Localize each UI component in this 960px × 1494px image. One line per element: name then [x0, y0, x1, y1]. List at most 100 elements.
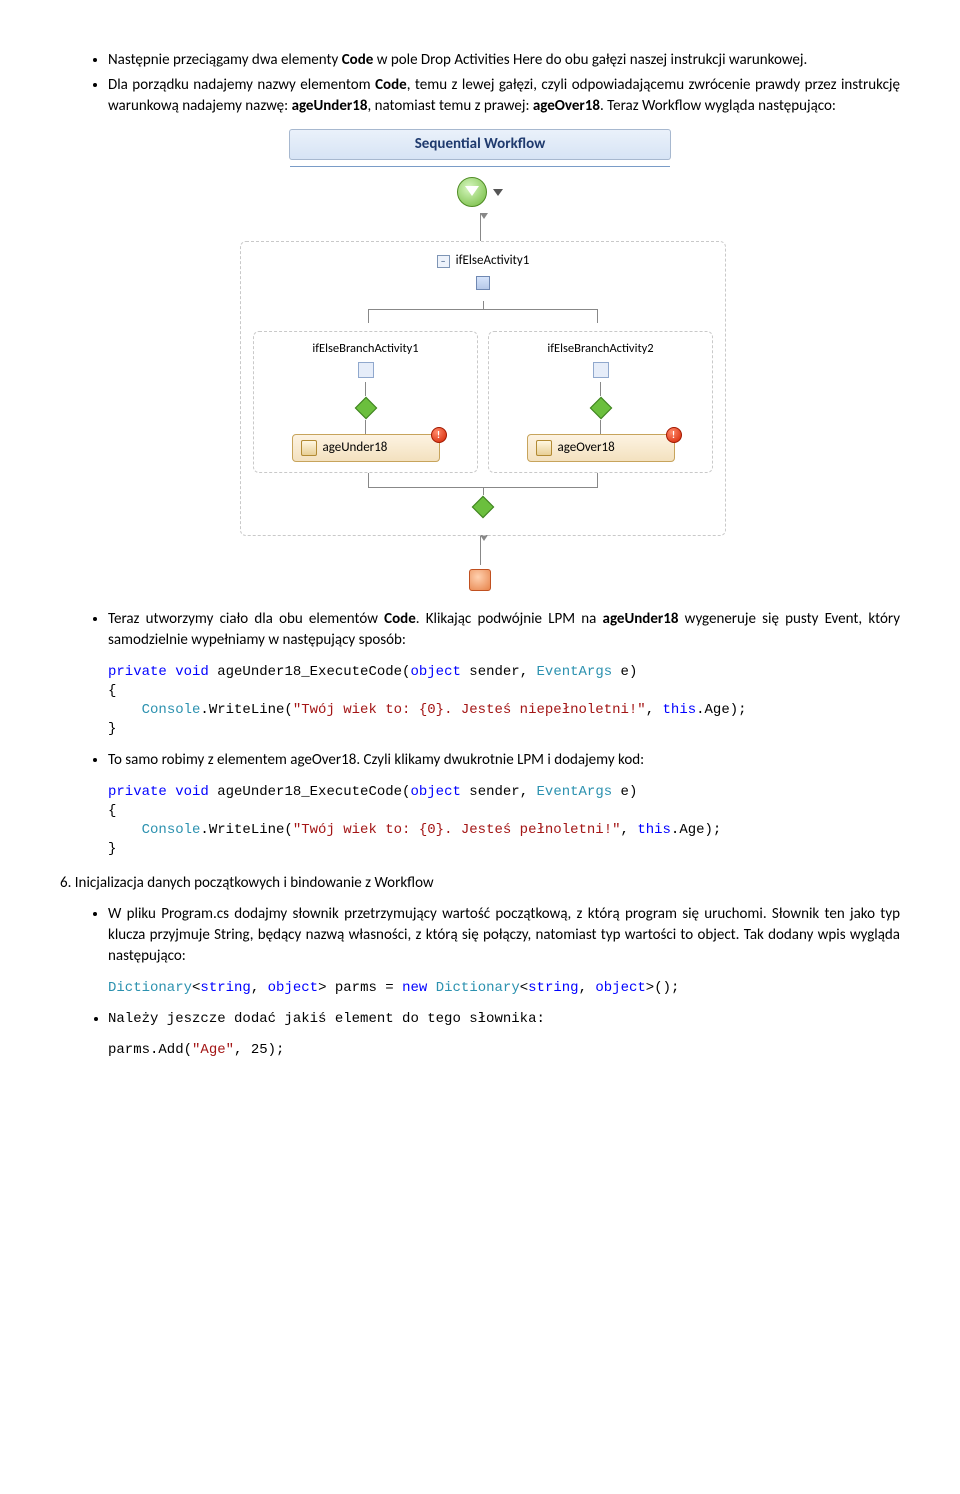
ifelse-label-row: – ifElseActivity1 [253, 252, 713, 270]
code-activity-icon [301, 440, 317, 456]
text [427, 980, 435, 996]
text: , [579, 980, 596, 996]
keyword: new [402, 980, 427, 996]
keyword: object [595, 980, 645, 996]
bold: Code [384, 610, 416, 628]
header-divider [290, 166, 670, 167]
type: Dictionary [108, 980, 192, 996]
branch-2-label: ifElseBranchActivity2 [495, 340, 706, 358]
text: ageUnder18_ExecuteCode( [209, 664, 411, 680]
branch-row: ifElseBranchActivity1 ageUnder18 ! ifEls… [253, 331, 713, 473]
text: e) [612, 784, 637, 800]
paragraph-4: To samo robimy z elementem ageOver18. Cz… [108, 750, 900, 771]
condition-diamond-icon [589, 396, 612, 419]
paragraph-2: Dla porządku nadajemy nazwy elementom Co… [108, 75, 900, 117]
text: Należy jeszcze dodać jakiś element do te… [108, 1011, 545, 1027]
error-badge-icon: ! [431, 427, 447, 443]
type: Dictionary [436, 980, 520, 996]
workflow-diagram: Sequential Workflow – ifElseActivity1 if… [240, 129, 720, 591]
paragraph-1: Następnie przeciągamy dwa elementy Code … [108, 50, 900, 71]
branch-icon [593, 362, 609, 378]
collapse-icon: – [437, 255, 450, 268]
ifelse-icon [476, 276, 490, 290]
text: >(); [646, 980, 680, 996]
connector [365, 382, 366, 396]
type: EventArgs [537, 784, 613, 800]
keyword: string [200, 980, 250, 996]
code-activity-icon [536, 440, 552, 456]
stop-node-icon [469, 569, 491, 591]
bold: ageOver18 [533, 97, 600, 115]
ifelse-activity-label: ifElseActivity1 [456, 252, 530, 270]
text: Dla porządku nadajemy nazwy elementom [108, 76, 375, 94]
paragraph-5: W pliku Program.cs dodajmy słownik przet… [108, 904, 900, 967]
activity-label: ageOver18 [558, 439, 615, 457]
text: . Klikając podwójnie LPM na [416, 610, 603, 628]
type: Console [142, 822, 201, 838]
text: , [621, 822, 638, 838]
error-badge-icon: ! [666, 427, 682, 443]
text: sender, [461, 664, 537, 680]
text: { [108, 803, 116, 819]
text: , [251, 980, 268, 996]
split-connector [253, 301, 713, 323]
keyword: object [410, 664, 460, 680]
join-connector [253, 473, 713, 495]
bold: ageUnder18 [603, 610, 679, 628]
text: { [108, 683, 116, 699]
text: . Teraz Workflow wygląda następująco: [600, 97, 836, 115]
text: , 25); [234, 1042, 284, 1058]
string: "Twój wiek to: {0}. Jesteś pełnoletni!" [293, 822, 621, 838]
bold-code: Code [342, 51, 374, 69]
string: "Age" [192, 1042, 234, 1058]
bold: Code [375, 76, 407, 94]
keyword: private [108, 784, 167, 800]
text: } [108, 721, 116, 737]
connector-line [480, 213, 481, 241]
text: > parms = [318, 980, 402, 996]
start-node-icon [457, 177, 487, 207]
branch-icon [358, 362, 374, 378]
code-block-2: private void ageUnder18_ExecuteCode(obje… [108, 783, 900, 859]
activity-ageunder18: ageUnder18 ! [292, 434, 440, 462]
text: } [108, 841, 116, 857]
connector [600, 420, 601, 434]
connector [600, 382, 601, 396]
text: e) [612, 664, 637, 680]
keyword: void [175, 664, 209, 680]
text: parms.Add( [108, 1042, 192, 1058]
code-block-4: parms.Add("Age", 25); [108, 1041, 900, 1060]
keyword: object [268, 980, 318, 996]
text: , natomiast temu z prawej: [367, 97, 532, 115]
text: .WriteLine( [200, 702, 292, 718]
keyword: void [175, 784, 209, 800]
type: EventArgs [537, 664, 613, 680]
paragraph-3: Teraz utworzymy ciało dla obu elementów … [108, 609, 900, 651]
activity-label: ageUnder18 [323, 439, 388, 457]
connector [365, 420, 366, 434]
text: < [520, 980, 528, 996]
branch-1-label: ifElseBranchActivity1 [260, 340, 471, 358]
text: ageUnder18_ExecuteCode( [209, 784, 411, 800]
text: w pole Drop Activities Here do obu gałęz… [373, 51, 807, 69]
text: .Age); [696, 702, 746, 718]
string: "Twój wiek to: {0}. Jesteś niepełnoletni… [293, 702, 646, 718]
condition-diamond-icon [354, 396, 377, 419]
code-block-3: Dictionary<string, object> parms = new D… [108, 979, 900, 998]
text: sender, [461, 784, 537, 800]
code-block-1: private void ageUnder18_ExecuteCode(obje… [108, 663, 900, 739]
section-6-heading: 6. Inicjalizacja danych początkowych i b… [60, 873, 900, 894]
branch-2-container: ifElseBranchActivity2 ageOver18 ! [488, 331, 713, 473]
keyword: private [108, 664, 167, 680]
text: Następnie przeciągamy dwa elementy [108, 51, 342, 69]
connector-line [480, 535, 481, 565]
keyword: this [637, 822, 671, 838]
bold: ageUnder18 [292, 97, 368, 115]
type: Console [142, 702, 201, 718]
ifelse-activity-container: – ifElseActivity1 ifElseBranchActivity1 … [240, 241, 726, 536]
text: .Age); [671, 822, 721, 838]
text: Teraz utworzymy ciało dla obu elementów [108, 610, 384, 628]
text [108, 702, 142, 718]
branch-1-container: ifElseBranchActivity1 ageUnder18 ! [253, 331, 478, 473]
keyword: this [663, 702, 697, 718]
